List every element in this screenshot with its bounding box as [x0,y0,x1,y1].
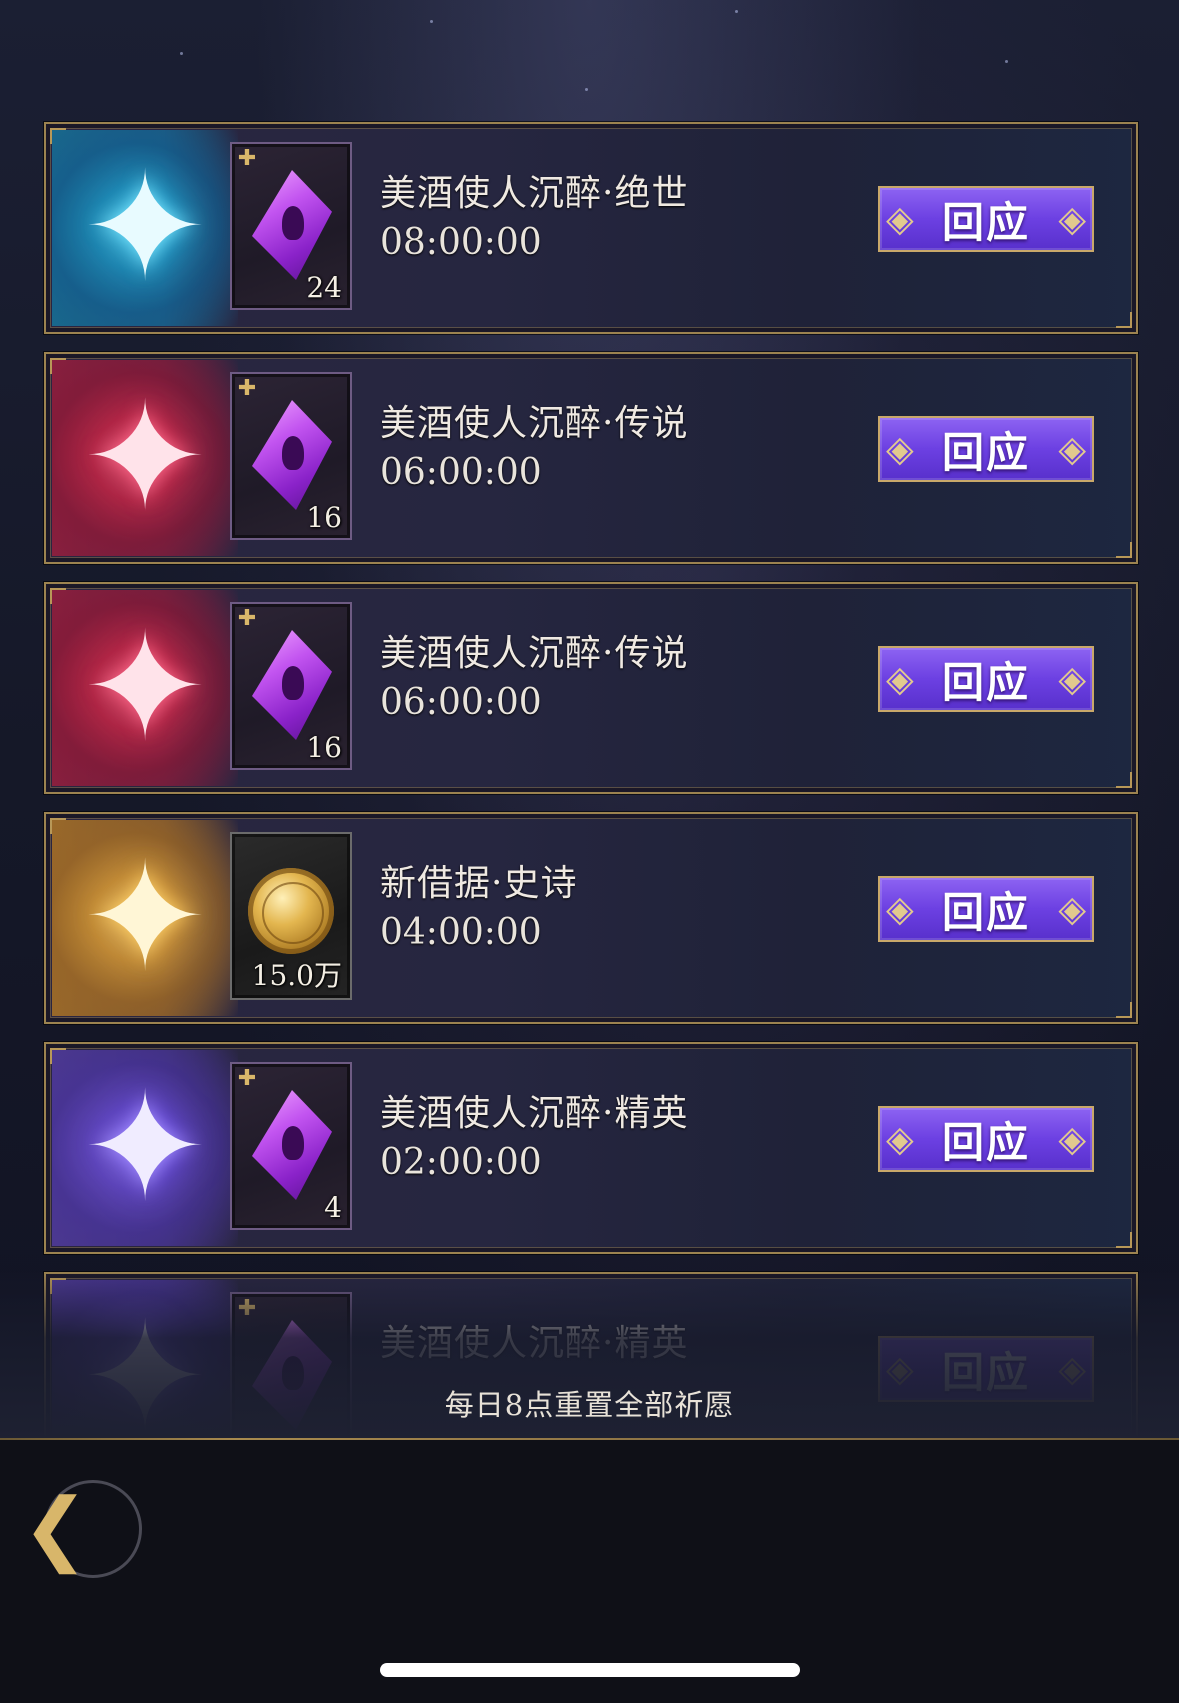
wish-list[interactable]: ✦ ✚ 24 美酒使人沉醉·绝世 08:00:00 ◈ 回应 ◈ ✦ ✚ 16 美酒使人沉醉·传说 06… [0,0,1179,1440]
respond-button[interactable]: ◈ 回应 ◈ [878,876,1094,942]
respond-button-label: 回应 [941,1117,1030,1167]
wish-title: 美酒使人沉醉·绝世 [380,173,689,214]
home-indicator[interactable] [380,1663,800,1677]
ornament-left-icon: ◈ [886,1119,914,1160]
item-quantity: 16 [306,731,342,764]
gem-keyhole [282,206,304,240]
puzzle-piece-icon: ✚ [237,376,257,401]
wish-timer: 04:00:00 [380,912,542,953]
ornament-left-icon: ◈ [886,199,914,240]
respond-button-label: 回应 [941,427,1030,477]
item-quantity: 4 [324,1191,342,1224]
reward-item[interactable]: ✚ 16 [230,372,352,540]
back-button[interactable]: ❮ [22,1478,142,1578]
wish-timer: 02:00:00 [380,1142,542,1183]
respond-button-label: 回应 [941,197,1030,247]
ornament-left-icon: ◈ [886,889,914,930]
ornament-right-icon: ◈ [1058,429,1086,470]
ornament-left-icon: ◈ [886,659,914,700]
back-arrow-icon: ❮ [22,1481,90,1574]
respond-button[interactable]: ◈ 回应 ◈ [878,416,1094,482]
coin-emblem [262,882,324,944]
reward-item[interactable]: ✚ 24 [230,142,352,310]
ornament-right-icon: ◈ [1058,199,1086,240]
wish-timer: 06:00:00 [380,452,542,493]
four-point-star-icon: ✦ [52,820,238,1016]
respond-button[interactable]: ◈ 回应 ◈ [878,1106,1094,1172]
ornament-right-icon: ◈ [1058,889,1086,930]
four-point-star-icon: ✦ [52,130,238,326]
four-point-star-icon: ✦ [52,590,238,786]
wish-title: 美酒使人沉醉·传说 [380,403,689,444]
item-quantity: 24 [306,271,342,304]
respond-button[interactable]: ◈ 回应 ◈ [878,646,1094,712]
respond-button-label: 回应 [941,657,1030,707]
wish-screen: ✦ ✚ 24 美酒使人沉醉·绝世 08:00:00 ◈ 回应 ◈ ✦ ✚ 16 美酒使人沉醉·传说 06… [0,0,1179,1703]
wish-timer: 08:00:00 [380,222,542,263]
puzzle-piece-icon: ✚ [237,1066,257,1091]
wish-card: ✦ 15.0万 新借据·史诗 04:00:00 ◈ 回应 ◈ [44,812,1138,1024]
ornament-left-icon: ◈ [886,429,914,470]
puzzle-piece-icon: ✚ [237,146,257,171]
gem-keyhole [282,666,304,700]
wish-card: ✦ ✚ 4 美酒使人沉醉·精英 02:00:00 ◈ 回应 ◈ [44,1042,1138,1254]
wish-card: ✦ ✚ 16 美酒使人沉醉·传说 06:00:00 ◈ 回应 ◈ [44,582,1138,794]
reward-item[interactable]: 15.0万 [230,832,352,1000]
item-quantity: 15.0万 [251,959,342,992]
reward-item[interactable]: ✚ 4 [230,1062,352,1230]
puzzle-piece-icon: ✚ [237,606,257,631]
wish-title: 新借据·史诗 [380,863,578,904]
wish-title: 美酒使人沉醉·传说 [380,633,689,674]
wish-card: ✦ ✚ 16 美酒使人沉醉·传说 06:00:00 ◈ 回应 ◈ [44,352,1138,564]
reward-item[interactable]: ✚ 16 [230,602,352,770]
respond-button-label: 回应 [941,887,1030,937]
four-point-star-icon: ✦ [52,1050,238,1246]
ornament-right-icon: ◈ [1058,1119,1086,1160]
gem-keyhole [282,1126,304,1160]
reset-note: 每日8点重置全部祈愿 [444,1388,735,1422]
item-quantity: 16 [306,501,342,534]
wish-timer: 06:00:00 [380,682,542,723]
gem-keyhole [282,436,304,470]
wish-title: 美酒使人沉醉·精英 [380,1093,689,1134]
four-point-star-icon: ✦ [52,360,238,556]
respond-button[interactable]: ◈ 回应 ◈ [878,186,1094,252]
ornament-right-icon: ◈ [1058,659,1086,700]
wish-card: ✦ ✚ 24 美酒使人沉醉·绝世 08:00:00 ◈ 回应 ◈ [44,122,1138,334]
